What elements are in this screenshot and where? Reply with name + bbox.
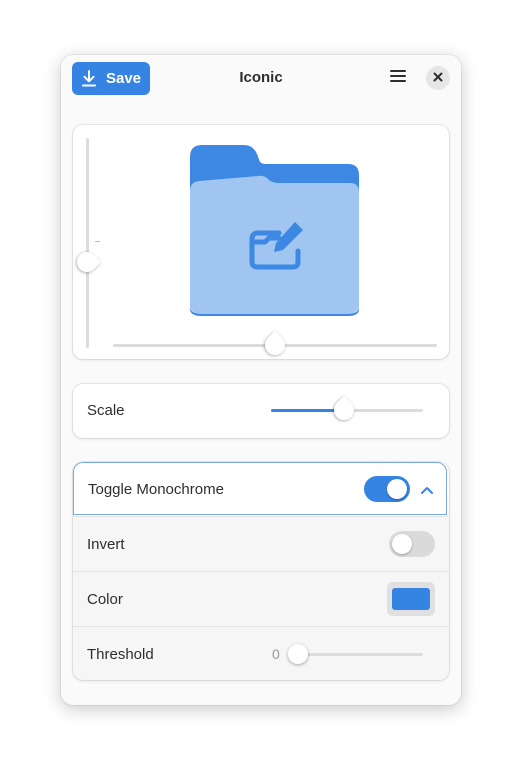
main-menu-button[interactable] [384, 65, 412, 91]
vertical-offset-slider-track[interactable] [86, 138, 89, 348]
chevron-up-icon[interactable] [420, 482, 434, 500]
save-button-label: Save [105, 70, 142, 87]
threshold-slider-handle[interactable] [288, 644, 308, 664]
toggle-monochrome-label: Toggle Monochrome [88, 481, 224, 498]
horizontal-offset-slider-handle[interactable] [260, 330, 290, 360]
folder-with-edit-icon [190, 145, 359, 316]
switch-knob [392, 534, 412, 554]
monochrome-switch[interactable] [364, 476, 410, 502]
invert-label: Invert [87, 536, 125, 553]
close-button[interactable] [426, 66, 450, 90]
color-label: Color [87, 591, 123, 608]
app-window: Save Iconic Scale Toggle Monochrome Inve… [61, 55, 461, 705]
download-icon [81, 70, 97, 87]
scale-label: Scale [87, 402, 125, 419]
toggle-monochrome-row[interactable]: Toggle Monochrome [73, 462, 447, 515]
vertical-offset-slider-handle[interactable] [72, 247, 102, 277]
scale-slider-handle[interactable] [329, 395, 359, 425]
save-button[interactable]: Save [72, 62, 150, 95]
threshold-value: 0 [272, 646, 280, 662]
color-picker-button[interactable] [387, 582, 435, 616]
color-swatch [392, 588, 430, 610]
threshold-row: Threshold 0 [73, 626, 449, 680]
color-row: Color [73, 571, 449, 626]
threshold-slider-track[interactable] [298, 653, 423, 656]
invert-switch[interactable] [389, 531, 435, 557]
slider-tick-mark [95, 241, 100, 242]
switch-knob [387, 479, 407, 499]
icon-preview-card [72, 125, 449, 360]
close-icon [433, 69, 443, 87]
scale-row: Scale [73, 384, 449, 438]
threshold-label: Threshold [87, 646, 154, 663]
invert-row: Invert [73, 516, 449, 571]
header-bar: Save Iconic [61, 55, 461, 101]
hamburger-menu-icon [390, 69, 406, 88]
monochrome-expander: Toggle Monochrome Invert Color Threshold… [73, 462, 449, 680]
